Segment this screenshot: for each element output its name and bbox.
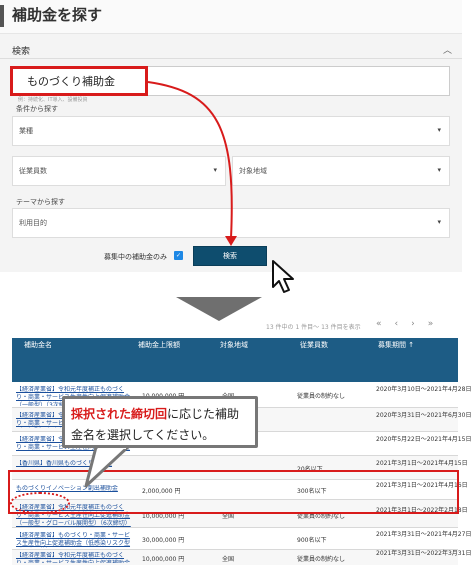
target-row-highlight	[8, 470, 459, 514]
purpose-placeholder: 利用目的	[19, 219, 47, 227]
employees-placeholder: 従業員数	[19, 167, 47, 175]
only-open-label: 募集中の補助金のみ	[104, 253, 167, 261]
pagination: «‹›»	[376, 319, 446, 329]
keyword-highlight-box	[10, 66, 148, 96]
mouse-cursor-icon	[272, 260, 294, 293]
employees-cell: 従業員の制約なし	[297, 556, 346, 563]
page-title: 補助金を探す	[12, 6, 103, 24]
tutorial-screenshot: 補助金を探す 検索 ︿ ものづくり補助金 例：持続化、IT導入、設備投資 条件か…	[0, 0, 474, 565]
subsidy-name-link[interactable]: 【経済産業省】令和元年度補正ものづくり・商業・サービス生産性向上促進補助金（一般…	[16, 552, 132, 563]
region-placeholder: 対象地域	[239, 167, 267, 175]
divider	[0, 58, 462, 59]
instruction-callout: 採択された締切回に応じた補助 金名を選択してください。	[62, 396, 258, 448]
first-page-icon[interactable]: «	[376, 319, 395, 329]
col-employees-header[interactable]: 従業員数	[300, 340, 328, 350]
period-cell: 2021年3月31日～2022年3月31日	[376, 550, 472, 557]
col-name-header[interactable]: 補助金名	[24, 340, 52, 350]
chevron-down-icon: ▾	[213, 166, 217, 174]
region-select[interactable]: 対象地域 ▾	[232, 156, 450, 186]
table-row[interactable]: 【経済産業省】令和元年度補正ものづくり・商業・サービス生産性向上促進補助金（一般…	[12, 550, 471, 565]
col-area-header[interactable]: 対象地域	[220, 340, 248, 350]
col-period-header[interactable]: 募集期間 ↑	[378, 340, 414, 350]
table-row[interactable]: 【経済産業省】ものづくり・商業・サービス生産性向上促進補助金（低感染リスク型ビジ…	[12, 528, 471, 550]
period-cell: 2021年3月31日～2021年4月27日	[376, 531, 472, 538]
area-cell: 全国	[222, 556, 235, 563]
employees-cell: 従業員の制約なし	[297, 393, 346, 400]
chevron-down-icon: ▾	[437, 218, 441, 226]
results-count: 13 件中の 1 件目～ 13 件目を表示	[266, 324, 361, 331]
amount-cell: 10,000,000 円	[142, 556, 185, 563]
search-panel: 補助金を探す 検索 ︿ ものづくり補助金 例：持続化、IT導入、設備投資 条件か…	[0, 0, 462, 272]
period-cell: 2020年5月22日～2021年4月15日	[376, 436, 472, 443]
employees-select[interactable]: 従業員数 ▾	[12, 156, 226, 186]
keyword-hint: 例：持続化、IT導入、設備投資	[18, 97, 88, 103]
amount-cell: 30,000,000 円	[142, 537, 185, 544]
deadline-round-highlight	[10, 492, 70, 514]
employees-cell: 900名以下	[297, 537, 327, 544]
callout-line-1: 採択された締切回に応じた補助	[71, 405, 239, 422]
callout-line-1-rest: に応じた補助	[167, 407, 240, 421]
search-button[interactable]: 検索	[193, 246, 267, 266]
callout-line-2: 金名を選択してください。	[71, 428, 215, 442]
industry-select[interactable]: 業種 ▾	[12, 116, 450, 146]
title-bar: 補助金を探す	[0, 0, 462, 34]
col-amount-header[interactable]: 補助金上限額	[138, 340, 180, 350]
next-page-icon[interactable]: ›	[411, 319, 428, 329]
title-accent-bar	[0, 5, 4, 27]
period-cell: 2020年3月31日～2021年6月30日	[376, 412, 472, 419]
last-page-icon[interactable]: »	[428, 319, 447, 329]
callout-emphasis: 採択された締切回	[71, 407, 168, 421]
chevron-down-icon: ▾	[437, 166, 441, 174]
period-cell: 2021年3月1日～2021年4月15日	[376, 460, 468, 467]
chevron-down-icon: ▾	[437, 126, 441, 134]
conditions-label: 条件から探す	[16, 105, 58, 113]
only-open-checkbox[interactable]: ✓	[174, 251, 183, 260]
prev-page-icon[interactable]: ‹	[395, 319, 412, 329]
theme-label: テーマから探す	[16, 198, 65, 206]
subsidy-name-link[interactable]: 【経済産業省】ものづくり・商業・サービス生産性向上促進補助金（低感染リスク型ビジ…	[16, 532, 132, 548]
search-section-label: 検索	[12, 47, 31, 57]
industry-placeholder: 業種	[19, 127, 33, 135]
purpose-select[interactable]: 利用目的 ▾	[12, 208, 450, 238]
period-cell: 2020年3月10日～2021年4月28日	[376, 386, 472, 393]
collapse-caret-icon[interactable]: ︿	[443, 43, 452, 56]
